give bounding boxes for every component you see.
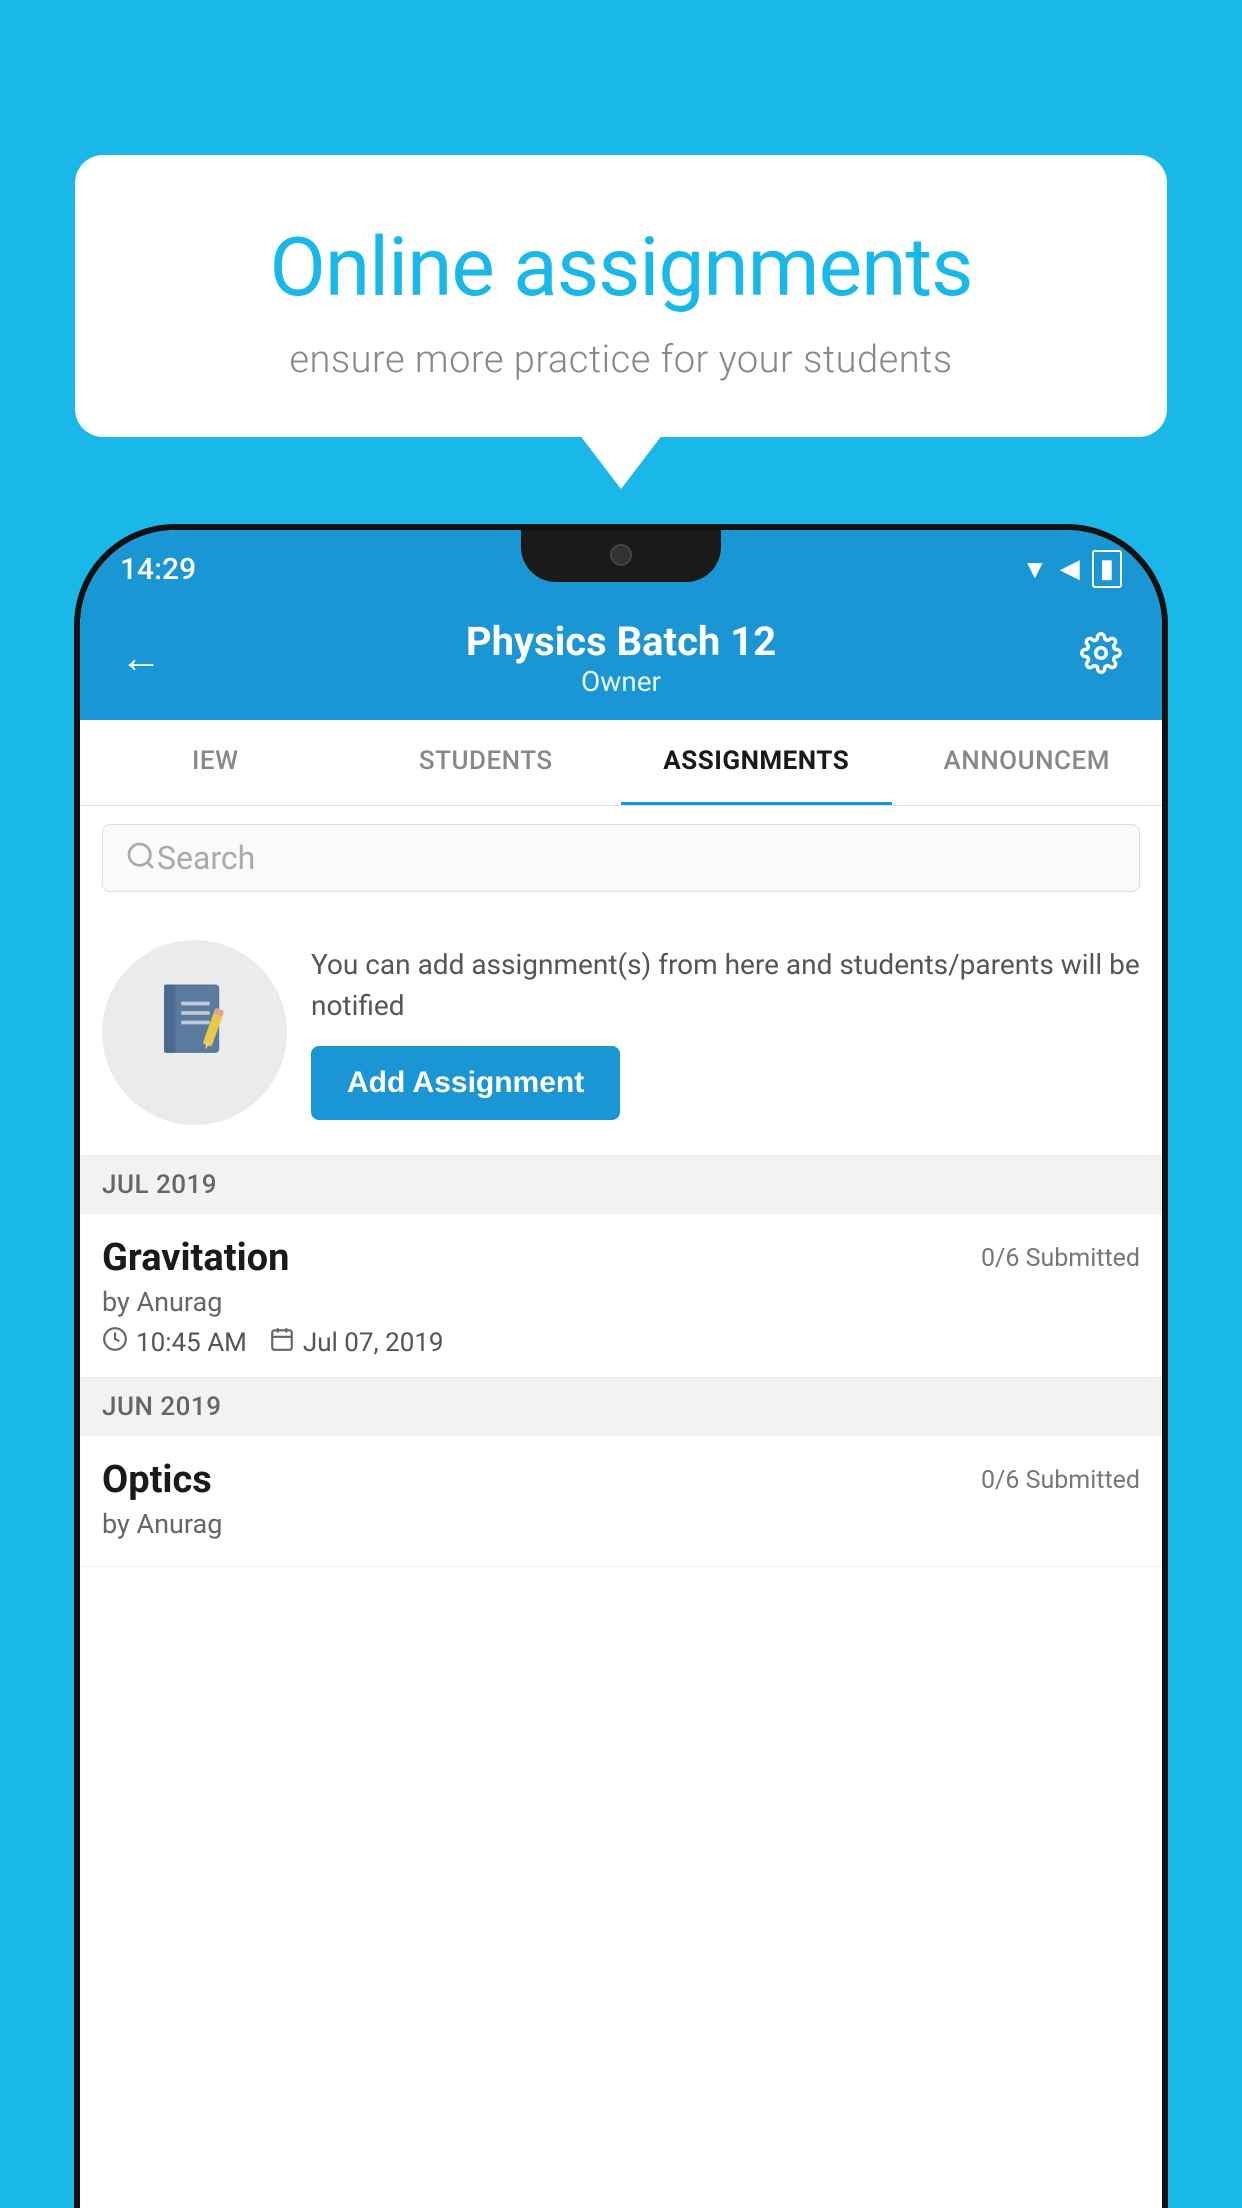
wifi-icon: ▼ <box>1022 554 1048 585</box>
settings-icon[interactable] <box>1080 632 1122 685</box>
speech-bubble: Online assignments ensure more practice … <box>75 155 1167 437</box>
bubble-title: Online assignments <box>145 220 1097 316</box>
phone-content: Search <box>80 806 1162 1567</box>
add-assignment-button[interactable]: Add Assignment <box>311 1046 620 1120</box>
assignment-top-row: Gravitation 0/6 Submitted <box>102 1236 1140 1280</box>
assignment-submitted-gravitation: 0/6 Submitted <box>981 1244 1140 1273</box>
calendar-icon-gravitation <box>269 1326 295 1359</box>
assignment-title-optics: Optics <box>102 1458 212 1502</box>
header-title: Physics Batch 12 <box>466 618 776 665</box>
assignment-date-gravitation: Jul 07, 2019 <box>303 1328 444 1358</box>
time-item: 10:45 AM <box>102 1326 247 1359</box>
phone-frame: 14:29 ▼ ◀ ▮ ← Physics Batch 12 Owner <box>80 530 1162 2208</box>
speech-bubble-container: Online assignments ensure more practice … <box>75 155 1167 437</box>
promo-description: You can add assignment(s) from here and … <box>311 945 1140 1026</box>
section-jun-2019: JUN 2019 <box>80 1378 1162 1436</box>
header-center: Physics Batch 12 Owner <box>466 618 776 698</box>
status-icons: ▼ ◀ ▮ <box>1022 550 1122 588</box>
app-header: ← Physics Batch 12 Owner <box>80 600 1162 720</box>
search-placeholder: Search <box>157 839 255 877</box>
assignment-submitted-optics: 0/6 Submitted <box>981 1466 1140 1495</box>
date-item: Jul 07, 2019 <box>269 1326 444 1359</box>
assignment-time-row-gravitation: 10:45 AM Jul 07, 2019 <box>102 1326 1140 1359</box>
assignment-meta-gravitation: by Anurag <box>102 1286 1140 1318</box>
clock-icon <box>102 1326 128 1359</box>
tab-students[interactable]: STUDENTS <box>351 720 622 805</box>
assignment-item-optics[interactable]: Optics 0/6 Submitted by Anurag <box>80 1436 1162 1567</box>
tab-assignments[interactable]: ASSIGNMENTS <box>621 720 892 805</box>
tabs-container: IEW STUDENTS ASSIGNMENTS ANNOUNCEM <box>80 720 1162 806</box>
signal-icon: ◀ <box>1060 554 1080 584</box>
status-time: 14:29 <box>120 552 196 587</box>
promo-section: You can add assignment(s) from here and … <box>80 910 1162 1156</box>
assignment-item-gravitation[interactable]: Gravitation 0/6 Submitted by Anurag 10:4… <box>80 1214 1162 1378</box>
bubble-subtitle: ensure more practice for your students <box>145 338 1097 382</box>
camera <box>610 544 632 566</box>
assignment-top-row-optics: Optics 0/6 Submitted <box>102 1458 1140 1502</box>
tab-iew[interactable]: IEW <box>80 720 351 805</box>
section-jul-2019: JUL 2019 <box>80 1156 1162 1214</box>
phone-notch <box>521 530 721 582</box>
assignment-title-gravitation: Gravitation <box>102 1236 289 1280</box>
search-icon <box>125 840 157 876</box>
battery-icon: ▮ <box>1092 550 1122 588</box>
header-subtitle: Owner <box>466 665 776 698</box>
notebook-icon <box>147 975 242 1091</box>
phone-screen: 14:29 ▼ ◀ ▮ ← Physics Batch 12 Owner <box>80 530 1162 2208</box>
assignment-meta-optics: by Anurag <box>102 1508 1140 1540</box>
search-bar[interactable]: Search <box>102 824 1140 892</box>
assignment-time-gravitation: 10:45 AM <box>136 1328 247 1358</box>
tab-announcements[interactable]: ANNOUNCEM <box>892 720 1163 805</box>
promo-icon-circle <box>102 940 287 1125</box>
search-container: Search <box>80 806 1162 910</box>
promo-text-section: You can add assignment(s) from here and … <box>311 945 1140 1120</box>
back-button[interactable]: ← <box>120 634 162 683</box>
